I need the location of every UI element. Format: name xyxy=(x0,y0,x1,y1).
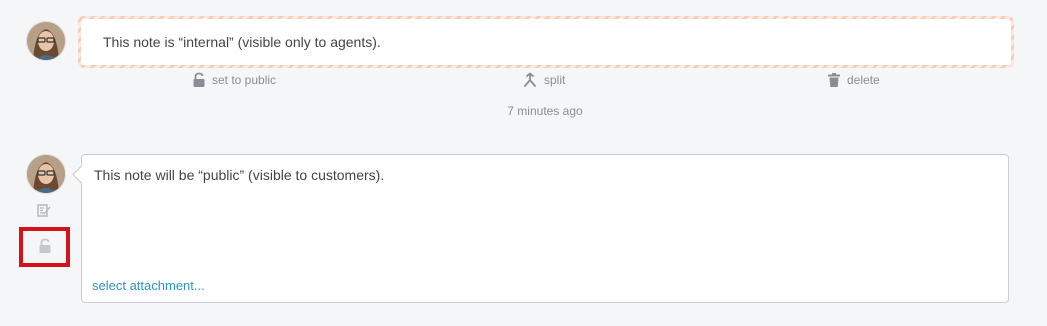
internal-note-text: This note is “internal” (visible only to… xyxy=(103,34,381,50)
note-actions: set to public split delete xyxy=(0,72,1047,92)
edit-icon[interactable] xyxy=(37,203,51,223)
set-to-public-button[interactable]: set to public xyxy=(192,72,276,88)
delete-label: delete xyxy=(847,73,880,87)
compose-text[interactable]: This note will be “public” (visible to c… xyxy=(94,167,384,183)
avatar xyxy=(27,22,65,60)
trash-icon xyxy=(827,72,841,88)
split-label: split xyxy=(544,73,566,87)
unlock-icon xyxy=(192,72,206,88)
delete-button[interactable]: delete xyxy=(827,72,880,88)
avatar xyxy=(27,155,65,193)
note-timestamp: 7 minutes ago xyxy=(507,104,583,118)
unlock-icon[interactable] xyxy=(38,238,52,259)
set-to-public-label: set to public xyxy=(212,73,277,87)
split-button[interactable]: split xyxy=(522,72,565,88)
note-compose-box[interactable]: This note will be “public” (visible to c… xyxy=(81,154,1009,303)
split-icon xyxy=(522,72,538,88)
internal-note: This note is “internal” (visible only to… xyxy=(78,16,1014,68)
select-attachment-link[interactable]: select attachment... xyxy=(92,278,205,293)
